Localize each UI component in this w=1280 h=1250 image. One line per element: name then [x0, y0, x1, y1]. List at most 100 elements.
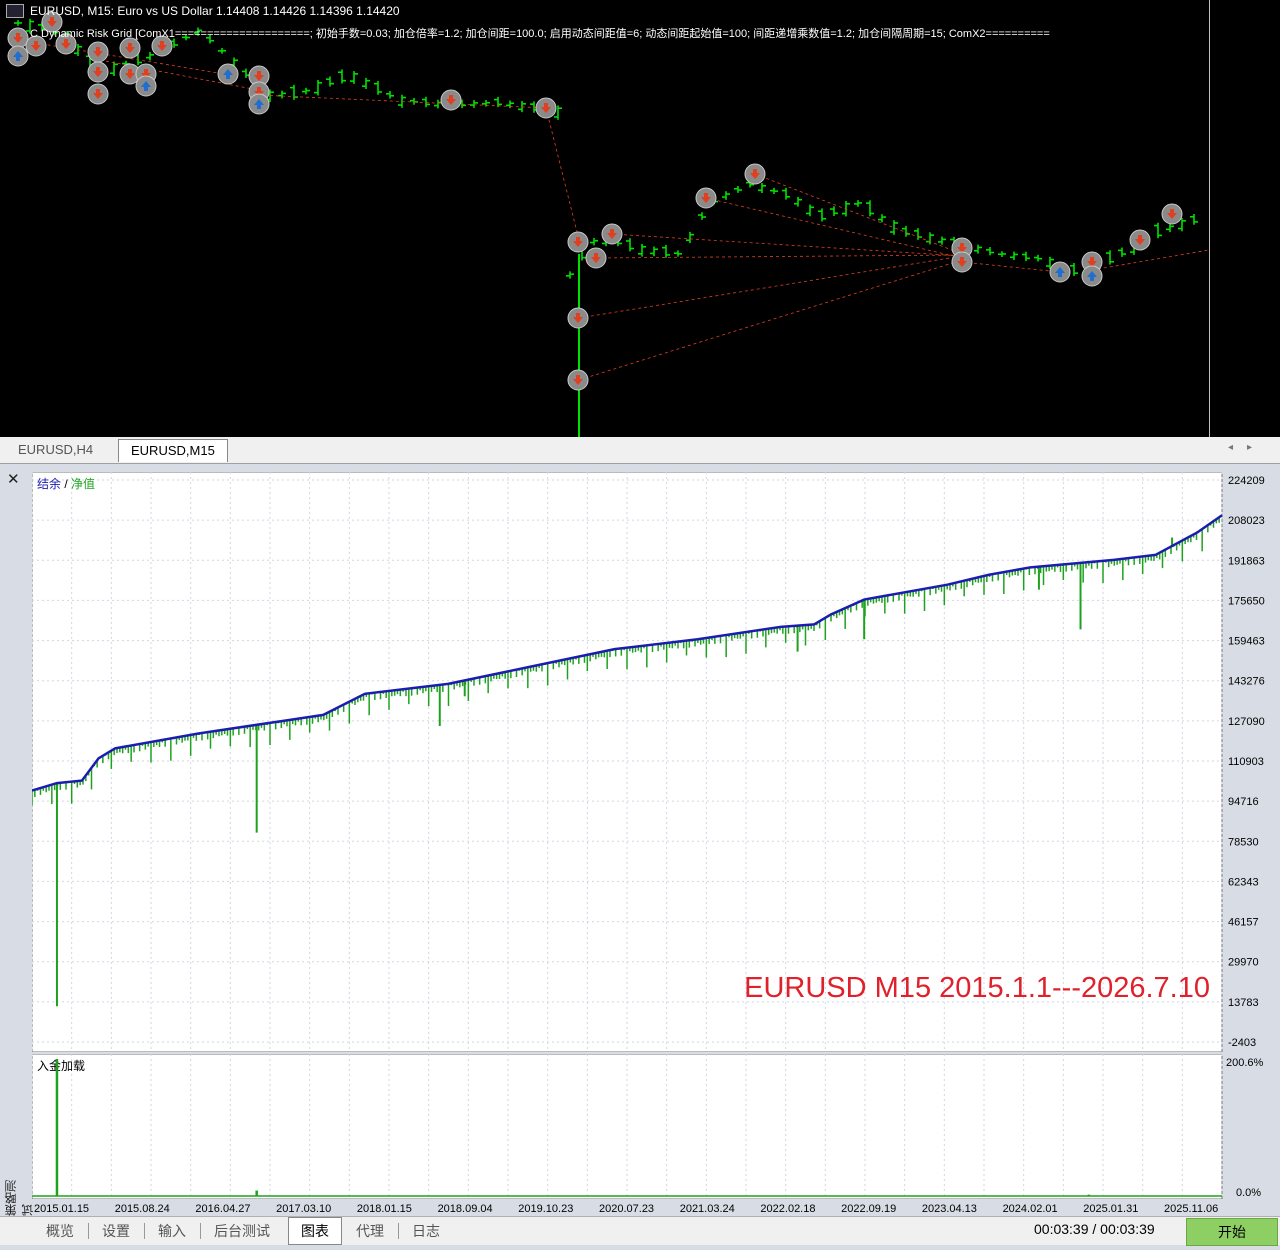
sell-arrow-icon: [567, 307, 589, 329]
price-bar: [722, 191, 730, 200]
sell-arrow-icon: [7, 27, 29, 49]
price-bar: [218, 47, 226, 54]
chart-window-icon: [6, 4, 24, 18]
price-bar: [782, 187, 790, 200]
tab-chart[interactable]: 图表: [288, 1217, 342, 1245]
date-tick: 2025.01.31: [1083, 1203, 1138, 1215]
tab-divider: [200, 1223, 201, 1239]
equity-y-tick: 143276: [1228, 676, 1265, 688]
equity-legend: 结余 / 净值: [37, 476, 95, 491]
elapsed-timer: 00:03:39 / 00:03:39: [1034, 1221, 1155, 1237]
tab-eurusd-m15[interactable]: EURUSD,M15: [118, 439, 228, 462]
chart-header: EURUSD, M15: Euro vs US Dollar 1.14408 1…: [6, 4, 400, 18]
sell-arrow-icon: [87, 41, 109, 63]
date-tick: 2022.09.19: [841, 1203, 896, 1215]
price-bar: [890, 220, 898, 235]
tester-side-label: 策略测试: [4, 1180, 35, 1216]
price-bar: [1190, 213, 1198, 225]
start-button[interactable]: 开始: [1186, 1218, 1278, 1246]
tab-divider: [144, 1223, 145, 1239]
price-bar: [1022, 251, 1030, 262]
equity-chart: 224209 208023 191863 175650 159463 143276 1270…: [31, 471, 1265, 1053]
price-bar: [1010, 251, 1018, 261]
price-bar: [878, 214, 886, 223]
tab-backtest[interactable]: 后台测试: [214, 1221, 270, 1241]
tab-overview[interactable]: 概览: [46, 1221, 74, 1241]
tab-eurusd-h4[interactable]: EURUSD,H4: [6, 439, 105, 461]
price-chart[interactable]: EURUSD, M15: Euro vs US Dollar 1.14408 1…: [0, 0, 1280, 437]
price-bar: [362, 77, 370, 89]
price-bar: [830, 206, 838, 217]
date-tick: 2023.04.13: [922, 1203, 977, 1215]
buy-arrow-icon: [248, 93, 270, 115]
equity-y-tick: 46157: [1228, 917, 1259, 929]
sell-arrow-icon: [440, 89, 462, 111]
date-tick: 2017.03.10: [276, 1203, 331, 1215]
tab-scroll-arrows[interactable]: ◂▸: [1228, 442, 1266, 453]
price-bar: [1106, 250, 1114, 265]
price-chart-canvas[interactable]: [0, 0, 1210, 437]
chart-symbol-info: EURUSD, M15: Euro vs US Dollar 1.14408 1…: [30, 4, 400, 18]
trade-line: [754, 173, 963, 255]
price-bar: [314, 79, 322, 96]
price-bar: [1070, 262, 1078, 276]
sell-arrow-icon: [601, 223, 623, 245]
buy-arrow-icon: [1081, 265, 1103, 287]
price-bar: [674, 250, 682, 257]
legend-equity: 净值: [71, 476, 95, 491]
trade-line: [545, 107, 580, 241]
price-bar: [374, 80, 382, 95]
chart-tab-bar: EURUSD,H4 EURUSD,M15 ◂▸: [0, 437, 1280, 464]
price-bar: [842, 201, 850, 217]
equity-y-tick: 94716: [1228, 796, 1259, 808]
chart-annotation: EURUSD M15 2015.1.1---2026.7.10: [744, 972, 1210, 1004]
price-bar: [626, 238, 634, 252]
price-bar: [506, 100, 514, 109]
sell-arrow-icon: [1161, 203, 1183, 225]
price-bar: [938, 236, 946, 245]
price-bar: [1118, 247, 1126, 257]
sell-arrow-icon: [87, 83, 109, 105]
tab-inputs[interactable]: 输入: [158, 1221, 186, 1241]
equity-y-tick: 224209: [1228, 475, 1265, 487]
price-bar: [734, 185, 742, 193]
price-bar: [854, 200, 862, 207]
buy-arrow-icon: [135, 75, 157, 97]
buy-arrow-icon: [1049, 261, 1071, 283]
price-bar: [638, 243, 646, 257]
price-axis: 1.204301.202901.201501.200101.198701.197…: [1209, 0, 1280, 437]
sell-arrow-icon: [87, 61, 109, 83]
equity-y-tick: 191863: [1228, 555, 1265, 567]
price-bar: [1166, 223, 1174, 233]
date-tick: 2021.03.24: [680, 1203, 735, 1215]
tab-settings[interactable]: 设置: [102, 1221, 130, 1241]
date-axis-svg: 2015.01.15 2015.08.24 2016.04.27 2017.03.10…: [34, 1203, 1218, 1215]
price-bar: [662, 244, 670, 258]
price-bar: [818, 208, 826, 222]
buy-arrow-icon: [7, 45, 29, 67]
price-bar: [110, 61, 118, 76]
price-bar: [698, 212, 706, 220]
scroll-right-icon[interactable]: ▸: [1247, 442, 1266, 453]
tester-bottom-tabs: 概览 设置 输入 后台测试 图表 代理 日志 00:03:39 / 00:03:…: [0, 1216, 1280, 1246]
sell-arrow-icon: [567, 231, 589, 253]
close-icon[interactable]: ✕: [7, 470, 20, 488]
price-bar: [326, 76, 334, 87]
sell-arrow-icon: [695, 187, 717, 209]
price-bar: [650, 246, 658, 257]
sell-arrow-icon: [119, 37, 141, 59]
tab-journal[interactable]: 日志: [412, 1221, 440, 1241]
date-tick: 2024.02.01: [1003, 1203, 1058, 1215]
price-bar: [590, 237, 598, 246]
strategy-tester-panel: ✕ 策略测试 224209 208023 191863 175650 159463 143…: [0, 464, 1280, 1250]
price-bar: [302, 87, 310, 95]
price-bar: [1154, 222, 1162, 239]
equity-y-tick: 159463: [1228, 636, 1265, 648]
price-bar: [986, 247, 994, 256]
deposit-load-chart: 入金加载 200.6% 0.0%: [31, 1053, 1264, 1200]
equity-y-tick: 78530: [1228, 836, 1259, 848]
sell-arrow-icon: [951, 251, 973, 273]
tab-agents[interactable]: 代理: [356, 1221, 384, 1241]
sell-arrow-icon: [1129, 229, 1151, 251]
scroll-left-icon[interactable]: ◂: [1228, 442, 1247, 453]
